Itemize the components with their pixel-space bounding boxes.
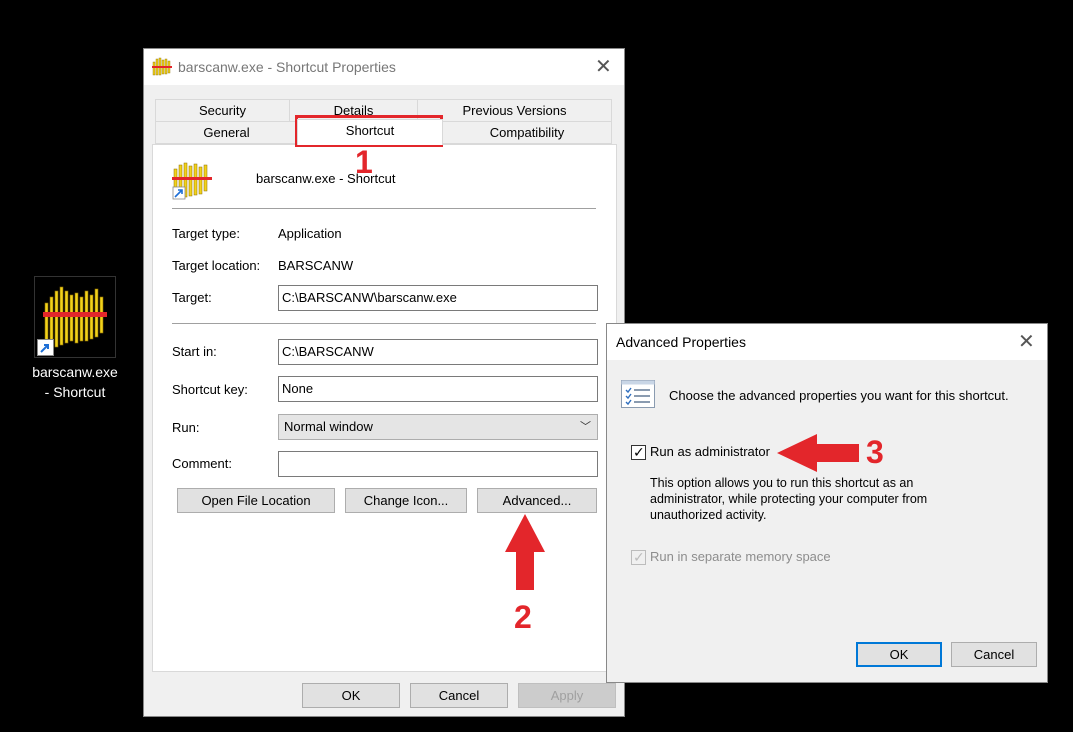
tab-security[interactable]: Security — [155, 99, 290, 122]
start-in-input[interactable]: C:\BARSCANW — [278, 339, 598, 365]
cancel-button[interactable]: Cancel — [410, 683, 508, 708]
shortcut-arrow-icon — [37, 339, 54, 356]
open-file-location-button[interactable]: Open File Location — [177, 488, 335, 513]
run-as-admin-label[interactable]: Run as administrator — [650, 444, 770, 459]
start-in-label: Start in: — [172, 344, 217, 359]
title-bar[interactable]: barscanw.exe - Shortcut Properties ✕ — [144, 49, 624, 85]
advanced-button[interactable]: Advanced... — [477, 488, 597, 513]
apply-button[interactable]: Apply — [518, 683, 616, 708]
close-icon[interactable]: ✕ — [1018, 332, 1035, 352]
help-text-line2: administrator, while protecting your com… — [650, 492, 928, 506]
shortcut-properties-dialog: barscanw.exe - Shortcut Properties ✕ Sec… — [143, 48, 625, 717]
run-select[interactable]: Normal window ﹀ — [278, 414, 598, 440]
tab-shortcut[interactable]: Shortcut — [297, 119, 443, 145]
advanced-ok-button[interactable]: OK — [856, 642, 942, 667]
dialog-title: barscanw.exe - Shortcut Properties — [178, 59, 396, 75]
checklist-icon — [621, 380, 655, 408]
divider — [172, 208, 596, 209]
title-bar[interactable]: Advanced Properties ✕ — [607, 324, 1047, 360]
target-location-value: BARSCANW — [278, 258, 354, 273]
separate-memory-checkbox[interactable]: ✓ — [631, 549, 646, 565]
tab-previous-versions[interactable]: Previous Versions — [417, 99, 612, 122]
comment-input[interactable] — [278, 451, 598, 477]
target-type-value: Application — [278, 226, 342, 241]
tab-general[interactable]: General — [155, 121, 298, 144]
shortcut-tab-panel: barscanw.exe - Shortcut Target type: App… — [152, 144, 617, 672]
advanced-description: Choose the advanced properties you want … — [669, 388, 1009, 403]
run-label: Run: — [172, 420, 200, 435]
help-text-line1: This option allows you to run this short… — [650, 476, 914, 490]
advanced-dialog-title: Advanced Properties — [616, 334, 746, 350]
checkmark-icon: ✓ — [633, 444, 645, 460]
advanced-cancel-button[interactable]: Cancel — [951, 642, 1037, 667]
desktop-shortcut-label-line2: - Shortcut — [44, 384, 106, 400]
checkmark-icon: ✓ — [633, 549, 645, 565]
target-type-label: Target type: — [172, 226, 240, 241]
annotation-step-1: 1 — [355, 144, 373, 180]
shortcut-name: barscanw.exe - Shortcut — [256, 171, 396, 186]
chevron-down-icon: ﹀ — [580, 421, 591, 433]
target-label: Target: — [172, 290, 212, 305]
annotation-arrow-up-icon — [505, 514, 545, 590]
tab-compatibility[interactable]: Compatibility — [442, 121, 612, 144]
annotation-step-2: 2 — [514, 599, 532, 635]
desktop-shortcut-label-line1: barscanw.exe — [32, 364, 118, 380]
target-input[interactable]: C:\BARSCANW\barscanw.exe — [278, 285, 598, 311]
barcode-scanner-icon — [152, 57, 172, 76]
run-as-admin-checkbox[interactable]: ✓ — [631, 444, 646, 460]
shortcut-key-label: Shortcut key: — [172, 382, 248, 397]
change-icon-button[interactable]: Change Icon... — [345, 488, 467, 513]
help-text-line3: unauthorized activity. — [650, 508, 767, 522]
target-location-label: Target location: — [172, 258, 261, 273]
barcode-scanner-icon — [34, 276, 116, 358]
advanced-properties-dialog: Advanced Properties ✕ Choose the advance… — [606, 323, 1048, 683]
divider — [172, 323, 596, 324]
ok-button[interactable]: OK — [302, 683, 400, 708]
annotation-step-3: 3 — [866, 434, 884, 470]
desktop-shortcut[interactable]: barscanw.exe - Shortcut — [28, 276, 122, 402]
annotation-arrow-left-icon — [777, 434, 859, 472]
barcode-scanner-icon — [172, 162, 212, 200]
separate-memory-label: Run in separate memory space — [650, 549, 831, 564]
shortcut-key-input[interactable]: None — [278, 376, 598, 402]
comment-label: Comment: — [172, 456, 232, 471]
run-select-value: Normal window — [284, 419, 373, 434]
close-icon[interactable]: ✕ — [595, 57, 612, 77]
